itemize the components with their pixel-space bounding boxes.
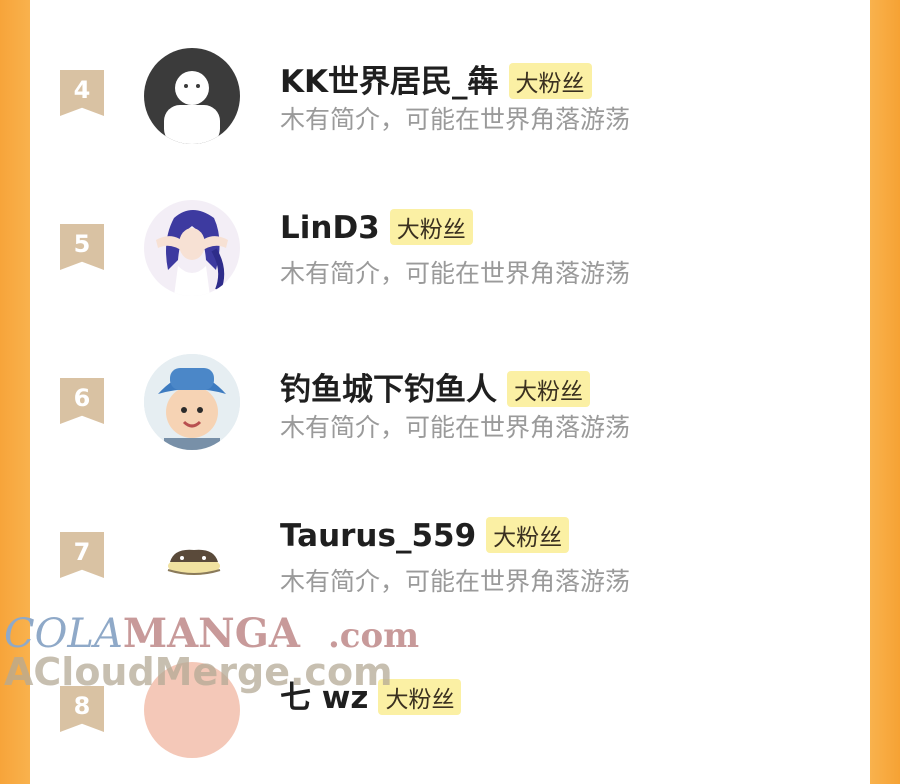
watermark-line-2: ACloudMerge.com — [4, 650, 393, 694]
fan-ranking-panel: 4 KK世界居民_犇 大粉丝 木有简介，可能在世界角落游荡 5 LinD3 大粉… — [30, 0, 870, 758]
baby-with-hat-avatar[interactable] — [144, 354, 240, 450]
fan-name[interactable]: 钓鱼城下钓鱼人 大粉丝 — [280, 364, 590, 410]
fan-bio: 木有简介，可能在世界角落游荡 — [280, 413, 631, 442]
fan-name[interactable]: Taurus_559 大粉丝 — [280, 516, 570, 556]
fan-bio: 木有简介，可能在世界角落游荡 — [280, 567, 631, 596]
default-person-icon[interactable] — [144, 48, 240, 144]
anime-girl-avatar[interactable] — [144, 200, 240, 296]
fan-name-text: LinD3 — [280, 210, 380, 246]
fan-bio: 木有简介，可能在世界角落游荡 — [280, 105, 631, 134]
fan-name-text: Taurus_559 — [280, 518, 477, 554]
fan-row-7[interactable]: 7 Taurus_559 大粉丝 木有简介，可能在世界角落游荡 — [30, 480, 870, 630]
fan-row-5[interactable]: 5 LinD3 大粉丝 木有简介，可能在世界角落游荡 — [30, 172, 870, 322]
rank-badge: 7 — [60, 532, 104, 578]
big-fan-badge: 大粉丝 — [389, 208, 473, 245]
fan-bio: 木有简介，可能在世界角落游荡 — [280, 259, 631, 288]
rank-badge: 5 — [60, 224, 104, 270]
cat-sticker-avatar[interactable] — [144, 508, 240, 604]
big-fan-badge: 大粉丝 — [486, 516, 570, 553]
fan-row-6[interactable]: 6 钓鱼城下钓鱼人 大粉丝 木有简介，可能在世界角落游荡 — [30, 326, 870, 476]
fan-row-4[interactable]: 4 KK世界居民_犇 大粉丝 木有简介，可能在世界角落游荡 — [30, 18, 870, 168]
fan-name-text: KK世界居民_犇 — [280, 64, 499, 100]
fan-name-text: 钓鱼城下钓鱼人 — [280, 372, 497, 408]
big-fan-badge: 大粉丝 — [507, 370, 590, 407]
rank-badge: 4 — [60, 70, 104, 116]
fan-name[interactable]: LinD3 大粉丝 — [280, 208, 473, 248]
fan-name[interactable]: KK世界居民_犇 大粉丝 — [280, 56, 592, 102]
big-fan-badge: 大粉丝 — [508, 62, 592, 99]
rank-badge: 6 — [60, 378, 104, 424]
